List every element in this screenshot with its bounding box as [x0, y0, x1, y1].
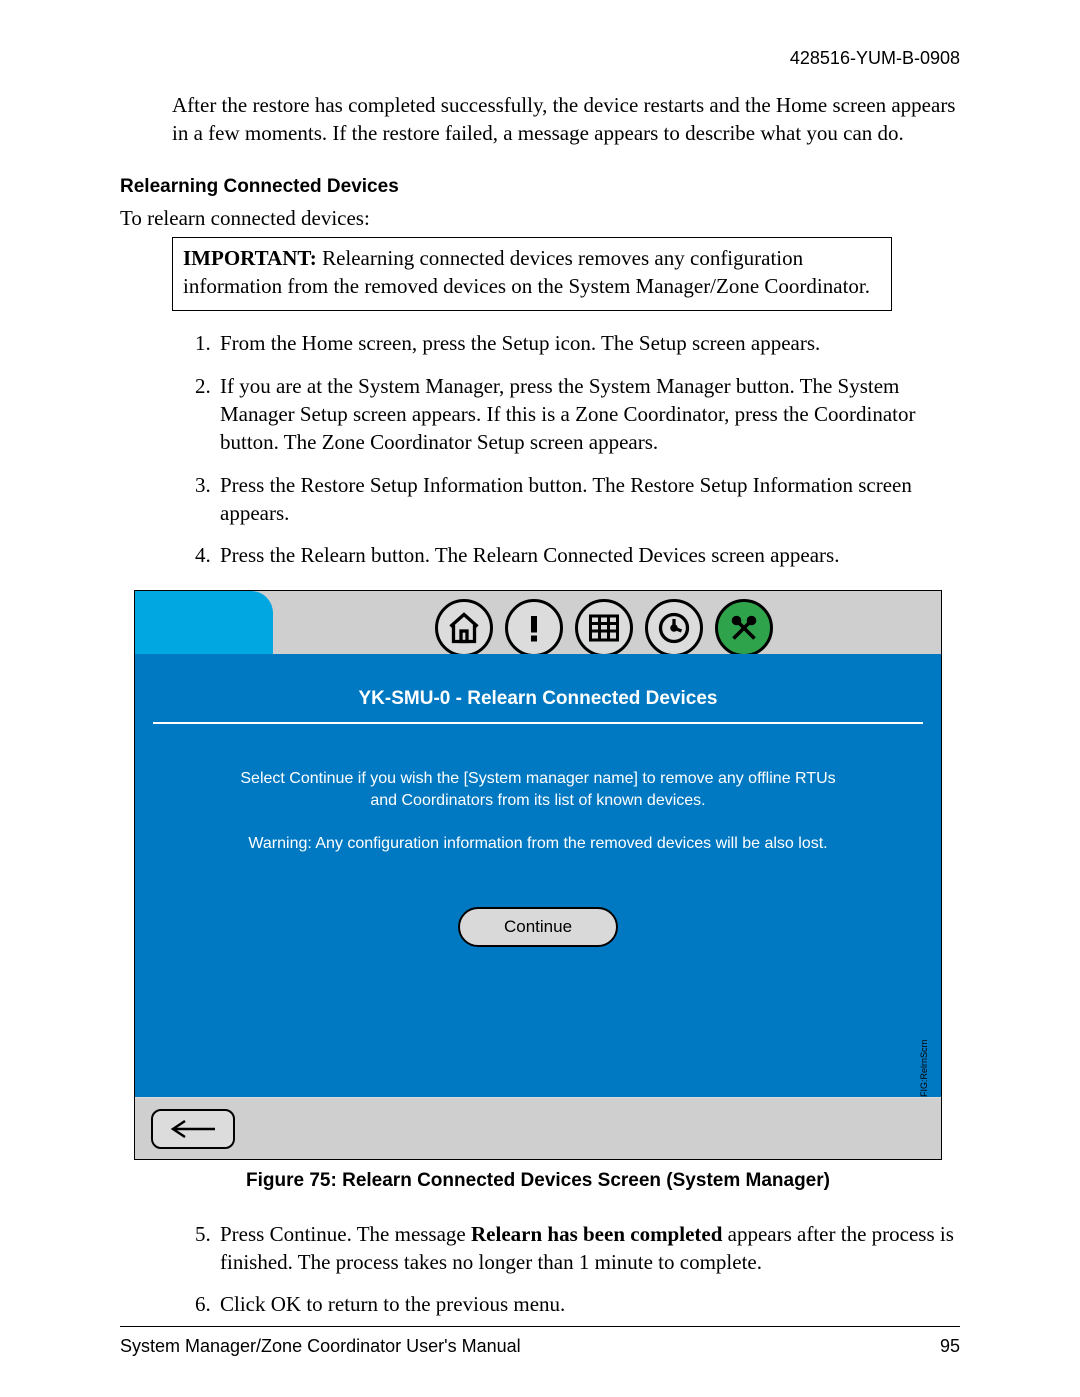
steps-list-top: From the Home screen, press the Setup ic…: [182, 329, 960, 569]
step-4: Press the Relearn button. The Relearn Co…: [216, 541, 960, 569]
device-bottombar: [135, 1097, 941, 1159]
steps-list-bottom: Press Continue. The message Relearn has …: [182, 1220, 960, 1319]
step-1: From the Home screen, press the Setup ic…: [216, 329, 960, 357]
device-screenshot: YK-SMU-0 - Relearn Connected Devices Sel…: [134, 590, 942, 1160]
figure-side-label: FIG:RelrnScrn: [919, 669, 933, 1097]
home-icon[interactable]: [435, 599, 493, 657]
tools-icon[interactable]: [715, 599, 773, 657]
footer-page-number: 95: [940, 1336, 960, 1357]
device-title: YK-SMU-0 - Relearn Connected Devices: [135, 654, 941, 710]
step-5: Press Continue. The message Relearn has …: [216, 1220, 960, 1277]
figure-caption: Figure 75: Relearn Connected Devices Scr…: [134, 1170, 942, 1192]
grid-icon[interactable]: [575, 599, 633, 657]
step-3: Press the Restore Setup Information butt…: [216, 471, 960, 528]
step-2: If you are at the System Manager, press …: [216, 372, 960, 457]
section-heading: Relearning Connected Devices: [120, 176, 960, 198]
document-id: 428516-YUM-B-0908: [120, 48, 960, 69]
footer-rule: [120, 1326, 960, 1327]
back-button[interactable]: [151, 1109, 235, 1149]
divider: [153, 722, 923, 724]
device-body-text-1: Select Continue if you wish the [System …: [240, 770, 835, 809]
footer-left: System Manager/Zone Coordinator User's M…: [120, 1336, 521, 1357]
section-lead: To relearn connected devices:: [120, 206, 960, 231]
continue-button[interactable]: Continue: [458, 907, 618, 947]
step-6: Click OK to return to the previous menu.: [216, 1290, 960, 1318]
important-note: IMPORTANT: Relearning connected devices …: [172, 237, 892, 312]
clock-icon[interactable]: [645, 599, 703, 657]
device-tab: [135, 591, 273, 654]
device-body-text-2: Warning: Any configuration information f…: [235, 833, 841, 855]
alert-icon[interactable]: [505, 599, 563, 657]
intro-paragraph: After the restore has completed successf…: [172, 91, 960, 148]
important-label: IMPORTANT:: [183, 246, 317, 270]
device-body: YK-SMU-0 - Relearn Connected Devices Sel…: [135, 654, 941, 1099]
